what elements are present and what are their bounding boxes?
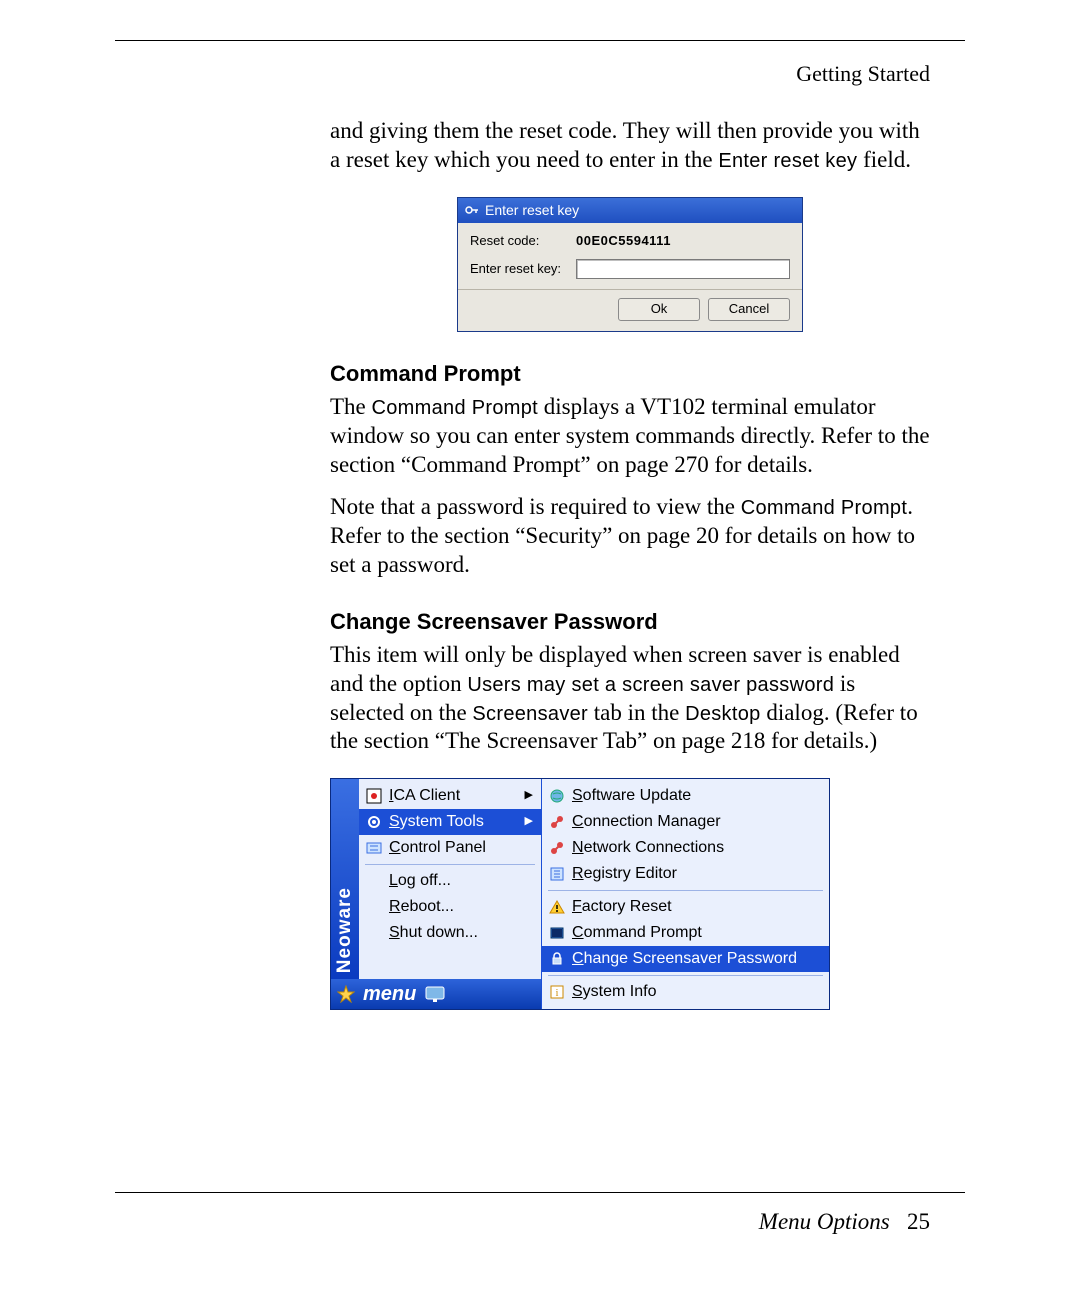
brand-sidebar: Neoware	[331, 779, 359, 979]
mi1-r: ystem Tools	[400, 813, 484, 830]
command-prompt-p1: The Command Prompt displays a VT102 term…	[330, 393, 930, 479]
menu-item-shut-down[interactable]: Shut down...	[359, 920, 541, 946]
r6-u: C	[572, 950, 584, 967]
r5-r: ommand Prompt	[584, 924, 702, 941]
menu-star-icon	[337, 985, 355, 1003]
change-screensaver-p1: This item will only be displayed when sc…	[330, 641, 930, 756]
enter-reset-key-dialog: Enter reset key Reset code: 00E0C5594111…	[457, 197, 803, 332]
mb2-r: hut down...	[400, 924, 478, 941]
cp-p1a: The	[330, 394, 372, 419]
desktop-icon[interactable]	[424, 985, 446, 1003]
globe-icon	[548, 787, 566, 805]
mb0-u: L	[389, 872, 398, 889]
chevron-right-icon: ▶	[525, 789, 533, 803]
r4-u: F	[572, 898, 582, 915]
sc-m3: Desktop	[685, 703, 760, 725]
r6-r: hange Screensaver Password	[584, 950, 797, 967]
connection-icon	[548, 813, 566, 831]
registry-icon	[548, 865, 566, 883]
intro-mono: Enter reset key	[718, 150, 857, 172]
warning-icon	[548, 898, 566, 916]
reset-code-label: Reset code:	[470, 233, 568, 249]
cp-p2m: Command Prompt	[741, 497, 907, 519]
cp-p1m: Command Prompt	[372, 397, 538, 419]
command-prompt-p2: Note that a password is required to view…	[330, 493, 930, 579]
submenu-factory-reset[interactable]: Factory Reset	[542, 894, 829, 920]
r2-r: etwork Connections	[584, 839, 725, 856]
footer-label: Menu Options	[759, 1209, 890, 1234]
header-section: Getting Started	[110, 61, 930, 87]
r3-r: egistry Editor	[584, 865, 677, 882]
sc-m2: Screensaver	[472, 703, 588, 725]
sc-c: tab in the	[588, 700, 685, 725]
change-screensaver-heading: Change Screensaver Password	[330, 608, 930, 636]
submenu-change-screensaver-password[interactable]: Change Screensaver Password	[542, 946, 829, 972]
r5-u: C	[572, 924, 584, 941]
cancel-button[interactable]: Cancel	[708, 298, 790, 320]
mi2-u: C	[389, 839, 401, 856]
taskbar-menu-label[interactable]: menu	[363, 982, 416, 1007]
mb2-u: S	[389, 924, 400, 941]
menu-item-reboot[interactable]: Reboot...	[359, 894, 541, 920]
lock-icon	[548, 950, 566, 968]
chevron-right-icon: ▶	[525, 815, 533, 829]
r7-u: S	[572, 983, 583, 1000]
page-footer: Menu Options 25	[759, 1209, 930, 1235]
key-icon	[464, 203, 480, 217]
r1-u: C	[572, 813, 584, 830]
menu-item-ica-client[interactable]: ICA Client ▶	[359, 783, 541, 809]
enter-key-label: Enter reset key:	[470, 261, 568, 277]
intro-text-b: field.	[857, 147, 911, 172]
submenu-system-info[interactable]: i System Info	[542, 979, 829, 1005]
command-prompt-heading: Command Prompt	[330, 360, 930, 388]
taskbar: menu	[331, 979, 541, 1009]
r3-u: R	[572, 865, 584, 882]
submenu-connection-manager[interactable]: Connection Manager	[542, 809, 829, 835]
mi1-u: S	[389, 813, 400, 830]
menu-item-system-tools[interactable]: System Tools ▶	[359, 809, 541, 835]
r2-u: N	[572, 839, 584, 856]
mb0-r: og off...	[398, 872, 451, 889]
info-icon: i	[548, 983, 566, 1001]
r0-u: S	[572, 787, 583, 804]
gear-icon	[365, 813, 383, 831]
ok-button[interactable]: Ok	[618, 298, 700, 320]
enter-key-input[interactable]	[576, 259, 790, 279]
submenu-software-update[interactable]: Software Update	[542, 783, 829, 809]
r4-r: actory Reset	[582, 898, 672, 915]
sc-m1: Users may set a screen saver password	[467, 674, 834, 696]
menu-item-log-off[interactable]: Log off...	[359, 868, 541, 894]
dialog-titlebar: Enter reset key	[458, 198, 802, 224]
start-menu: Neoware ICA Client ▶ System Tools ▶	[330, 778, 830, 1010]
r7-r: ystem Info	[583, 983, 657, 1000]
footer-page: 25	[907, 1209, 930, 1234]
cp-p2a: Note that a password is required to view…	[330, 494, 741, 519]
mi2-r: ontrol Panel	[401, 839, 486, 856]
reset-code-value: 00E0C5594111	[576, 233, 671, 249]
submenu-network-connections[interactable]: Network Connections	[542, 835, 829, 861]
menu-item-control-panel[interactable]: Control Panel	[359, 835, 541, 861]
dialog-title: Enter reset key	[485, 202, 579, 220]
r1-r: onnection Manager	[584, 813, 721, 830]
mb1-r: eboot...	[401, 898, 454, 915]
r0-r: oftware Update	[583, 787, 692, 804]
mb1-u: R	[389, 898, 401, 915]
submenu-registry-editor[interactable]: Registry Editor	[542, 861, 829, 887]
control-panel-icon	[365, 839, 383, 857]
submenu-command-prompt[interactable]: Command Prompt	[542, 920, 829, 946]
app-icon	[365, 787, 383, 805]
mi0-r: CA Client	[393, 787, 460, 804]
network-icon	[548, 839, 566, 857]
intro-paragraph: and giving them the reset code. They wil…	[330, 117, 930, 175]
brand-label: Neoware	[333, 887, 357, 973]
terminal-icon	[548, 924, 566, 942]
svg-text:i: i	[556, 988, 559, 999]
